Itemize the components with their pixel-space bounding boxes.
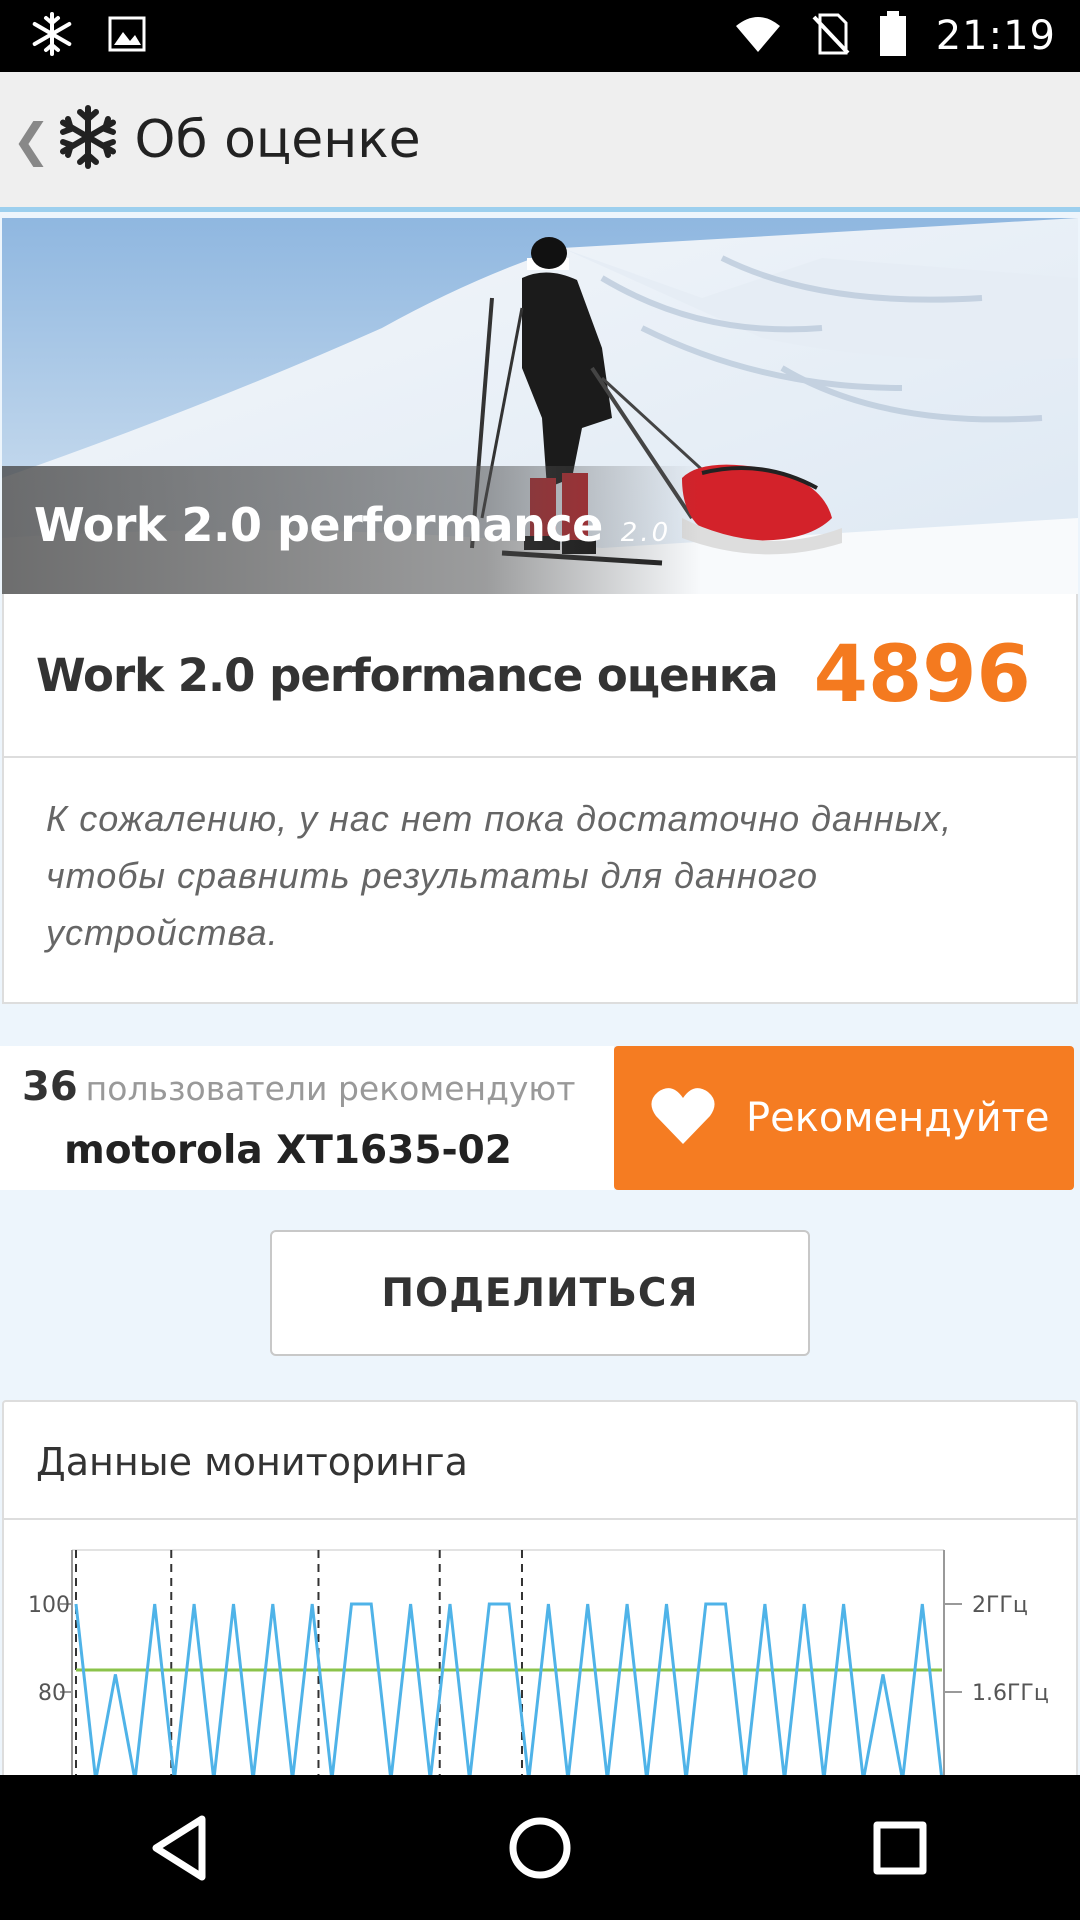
monitoring-card: Данные мониторинга 100 80 2ГГц 1.6ГГц [2, 1400, 1078, 1780]
monitoring-chart: 100 80 2ГГц 1.6ГГц [28, 1549, 1049, 1780]
comparison-note-card: К сожалению, у нас нет пока достаточно д… [2, 756, 1078, 1004]
app-bar: ❮ Об оценке [0, 72, 1080, 212]
recommend-count: 36 [22, 1064, 78, 1110]
home-circle-icon[interactable] [480, 1788, 600, 1908]
status-bar: 21:19 [0, 0, 1080, 72]
device-name: motorola XT1635-02 [64, 1128, 512, 1173]
y-left-tick-80: 80 [38, 1681, 66, 1706]
status-time: 21:19 [935, 13, 1056, 59]
image-icon [108, 16, 146, 57]
wifi-icon [734, 14, 782, 59]
battery-icon [878, 10, 908, 62]
snowflake-icon [30, 11, 74, 61]
recommend-button[interactable]: Рекомендуйте [614, 1046, 1074, 1190]
chart-series-cpu [74, 1602, 944, 1780]
score-value: 4896 [813, 630, 1031, 720]
no-sim-icon [810, 13, 850, 60]
y-right-tick-2ghz: 2ГГц [972, 1593, 1028, 1618]
hero-banner: Work 2.0 performance 2.0 [2, 218, 1078, 594]
comparison-note-text: К сожалению, у нас нет пока достаточно д… [46, 798, 953, 953]
monitoring-title: Данные мониторинга [36, 1440, 468, 1484]
y-right-tick-1-6ghz: 1.6ГГц [972, 1681, 1049, 1706]
recommend-info: 36 пользователи рекомендуют motorola XT16… [0, 1046, 614, 1190]
score-label: Work 2.0 performance оценка [36, 648, 779, 702]
recommend-text: пользователи рекомендуют [85, 1069, 576, 1108]
recommend-line: 36 пользователи рекомендуют [22, 1064, 575, 1110]
recommend-button-label: Рекомендуйте [746, 1095, 1050, 1141]
share-button[interactable]: ПОДЕЛИТЬСЯ [270, 1230, 810, 1356]
y-left-tick-100: 100 [28, 1593, 70, 1618]
page-title: Об оценке [134, 109, 421, 170]
heart-icon [650, 1086, 716, 1151]
app-logo-snowflake-icon[interactable] [55, 104, 121, 175]
back-chevron-icon[interactable]: ❮ [12, 113, 51, 167]
score-card: Work 2.0 performance оценка 4896 [2, 594, 1078, 758]
hero-title: Work 2.0 performance 2.0 [34, 498, 671, 552]
hero-version: 2.0 [620, 518, 672, 548]
hero-title-text: Work 2.0 performance [34, 498, 603, 552]
recents-square-icon[interactable] [840, 1788, 960, 1908]
navigation-bar [0, 1775, 1080, 1920]
back-triangle-icon[interactable] [120, 1788, 240, 1908]
